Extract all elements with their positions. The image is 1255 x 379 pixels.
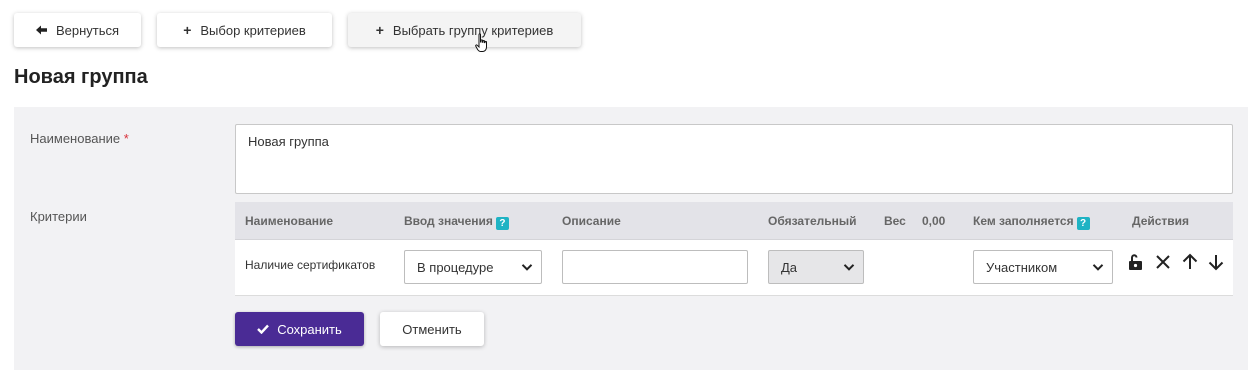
criteria-field-label: Критерии: [30, 209, 87, 224]
hand-pointer-icon: [475, 33, 487, 52]
unlock-icon[interactable]: [1126, 252, 1146, 272]
save-button-label: Сохранить: [277, 321, 342, 337]
check-icon: [257, 324, 270, 334]
header-actions: Действия: [1132, 214, 1190, 228]
description-input[interactable]: [562, 250, 748, 284]
cancel-button[interactable]: Отменить: [380, 312, 484, 346]
back-button-label: Вернуться: [55, 22, 120, 38]
select-criteria-button[interactable]: + Выбор критериев: [157, 13, 332, 47]
header-input: Ввод значения?: [404, 214, 509, 230]
page-title: Новая группа: [14, 66, 148, 88]
name-input[interactable]: Новая группа: [235, 124, 1233, 194]
arrow-down-icon[interactable]: [1206, 252, 1226, 272]
filled-by-value: Участником: [986, 259, 1058, 275]
filled-by-select[interactable]: Участником: [973, 250, 1113, 284]
header-name: Наименование: [245, 214, 334, 228]
chevron-down-icon: [1092, 264, 1104, 271]
save-button[interactable]: Сохранить: [235, 312, 364, 346]
select-criteria-label: Выбор критериев: [200, 22, 306, 38]
arrow-left-icon: [35, 25, 47, 35]
chevron-down-icon: [843, 264, 855, 271]
arrow-up-icon[interactable]: [1180, 252, 1200, 272]
back-button[interactable]: Вернуться: [14, 13, 141, 47]
input-mode-value: В процедуре: [417, 259, 494, 275]
close-icon[interactable]: [1153, 252, 1173, 272]
input-mode-select[interactable]: В процедуре: [404, 250, 542, 284]
header-weight: Вес: [884, 214, 906, 228]
chevron-down-icon: [521, 264, 533, 271]
plus-icon: +: [375, 22, 384, 38]
header-filled-by-label: Кем заполняется: [973, 214, 1074, 228]
question-icon[interactable]: ?: [1076, 217, 1090, 230]
question-icon[interactable]: ?: [495, 217, 509, 230]
required-mark: *: [123, 131, 129, 146]
required-select[interactable]: Да: [768, 250, 864, 284]
name-label-text: Наименование: [30, 131, 121, 146]
header-input-label: Ввод значения: [404, 214, 493, 228]
table-header: Наименование Ввод значения? Описание Обя…: [235, 202, 1233, 240]
criteria-table: Наименование Ввод значения? Описание Обя…: [235, 202, 1233, 296]
select-criteria-group-button[interactable]: + Выбрать группу критериев: [348, 13, 581, 47]
header-filled-by: Кем заполняется?: [973, 214, 1090, 230]
header-description: Описание: [562, 214, 621, 228]
header-weight-total: 0,00: [922, 214, 946, 228]
required-value: Да: [781, 259, 798, 275]
toolbar: Вернуться + Выбор критериев + Выбрать гр…: [14, 13, 581, 47]
select-criteria-group-label: Выбрать группу критериев: [392, 22, 554, 38]
plus-icon: +: [183, 22, 192, 38]
name-field-label: Наименование *: [30, 131, 129, 146]
criterion-name: Наличие сертификатов: [245, 258, 376, 272]
header-required: Обязательный: [768, 214, 857, 228]
group-form-panel: Наименование * Новая группа Критерии Наи…: [14, 107, 1248, 370]
